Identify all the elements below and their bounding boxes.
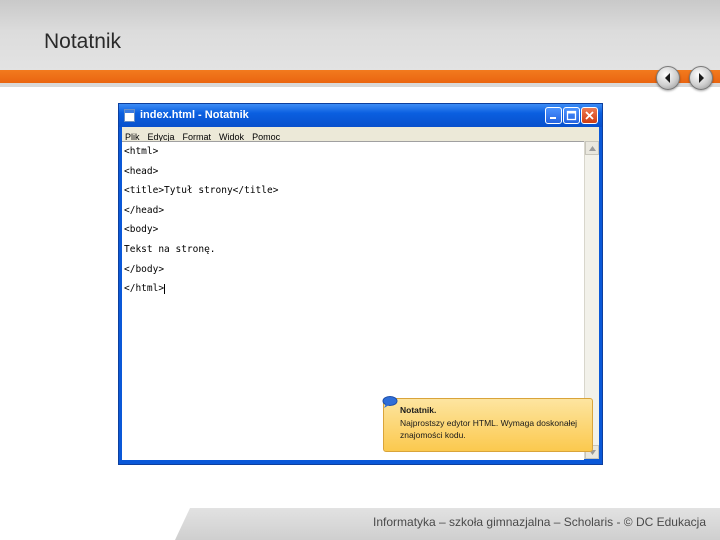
footer-text: Informatyka – szkoła gimnazjalna – Schol… [373,515,706,529]
code-line: <title>Tytuł strony</title> [124,185,279,197]
menu-bar: Plik Edycja Format Widok Pomoc [122,127,599,142]
code-line: </head> [124,204,165,216]
previous-slide-button[interactable] [656,66,680,90]
code-line-text: </html> [124,283,165,295]
minimize-button[interactable] [545,107,562,124]
accent-bar [0,70,720,83]
chevron-up-icon [589,146,596,151]
maximize-button[interactable] [563,107,580,124]
close-icon [585,111,594,120]
speech-bubble-icon [382,396,398,408]
close-button[interactable] [581,107,598,124]
code-line: <head> [124,165,159,177]
slide-header: Notatnik [0,0,720,70]
text-caret [164,283,166,294]
slide-title: Notatnik [44,30,122,53]
code-line: Tekst na stronę. [124,243,216,255]
window-titlebar[interactable]: index.html - Notatnik [119,104,602,127]
code-line-last: </html> [122,279,584,299]
code-line: </body> [124,263,165,275]
code-line: <html> [124,146,159,157]
divider [0,83,720,87]
callout-title: Notatnik. [400,405,437,415]
arrow-right-icon [699,73,704,83]
arrow-left-icon [665,73,670,83]
next-slide-button[interactable] [689,66,713,90]
callout-text: Najprostszy edytor HTML. Wymaga doskonał… [400,418,578,440]
maximize-icon [566,110,577,121]
minimize-icon [550,117,556,119]
notepad-icon [124,109,135,122]
scroll-up-button[interactable] [585,141,599,155]
info-callout: Notatnik. Najprostszy edytor HTML. Wymag… [382,396,593,452]
code-line: <body> [124,224,159,236]
window-title: index.html - Notatnik [140,109,249,121]
